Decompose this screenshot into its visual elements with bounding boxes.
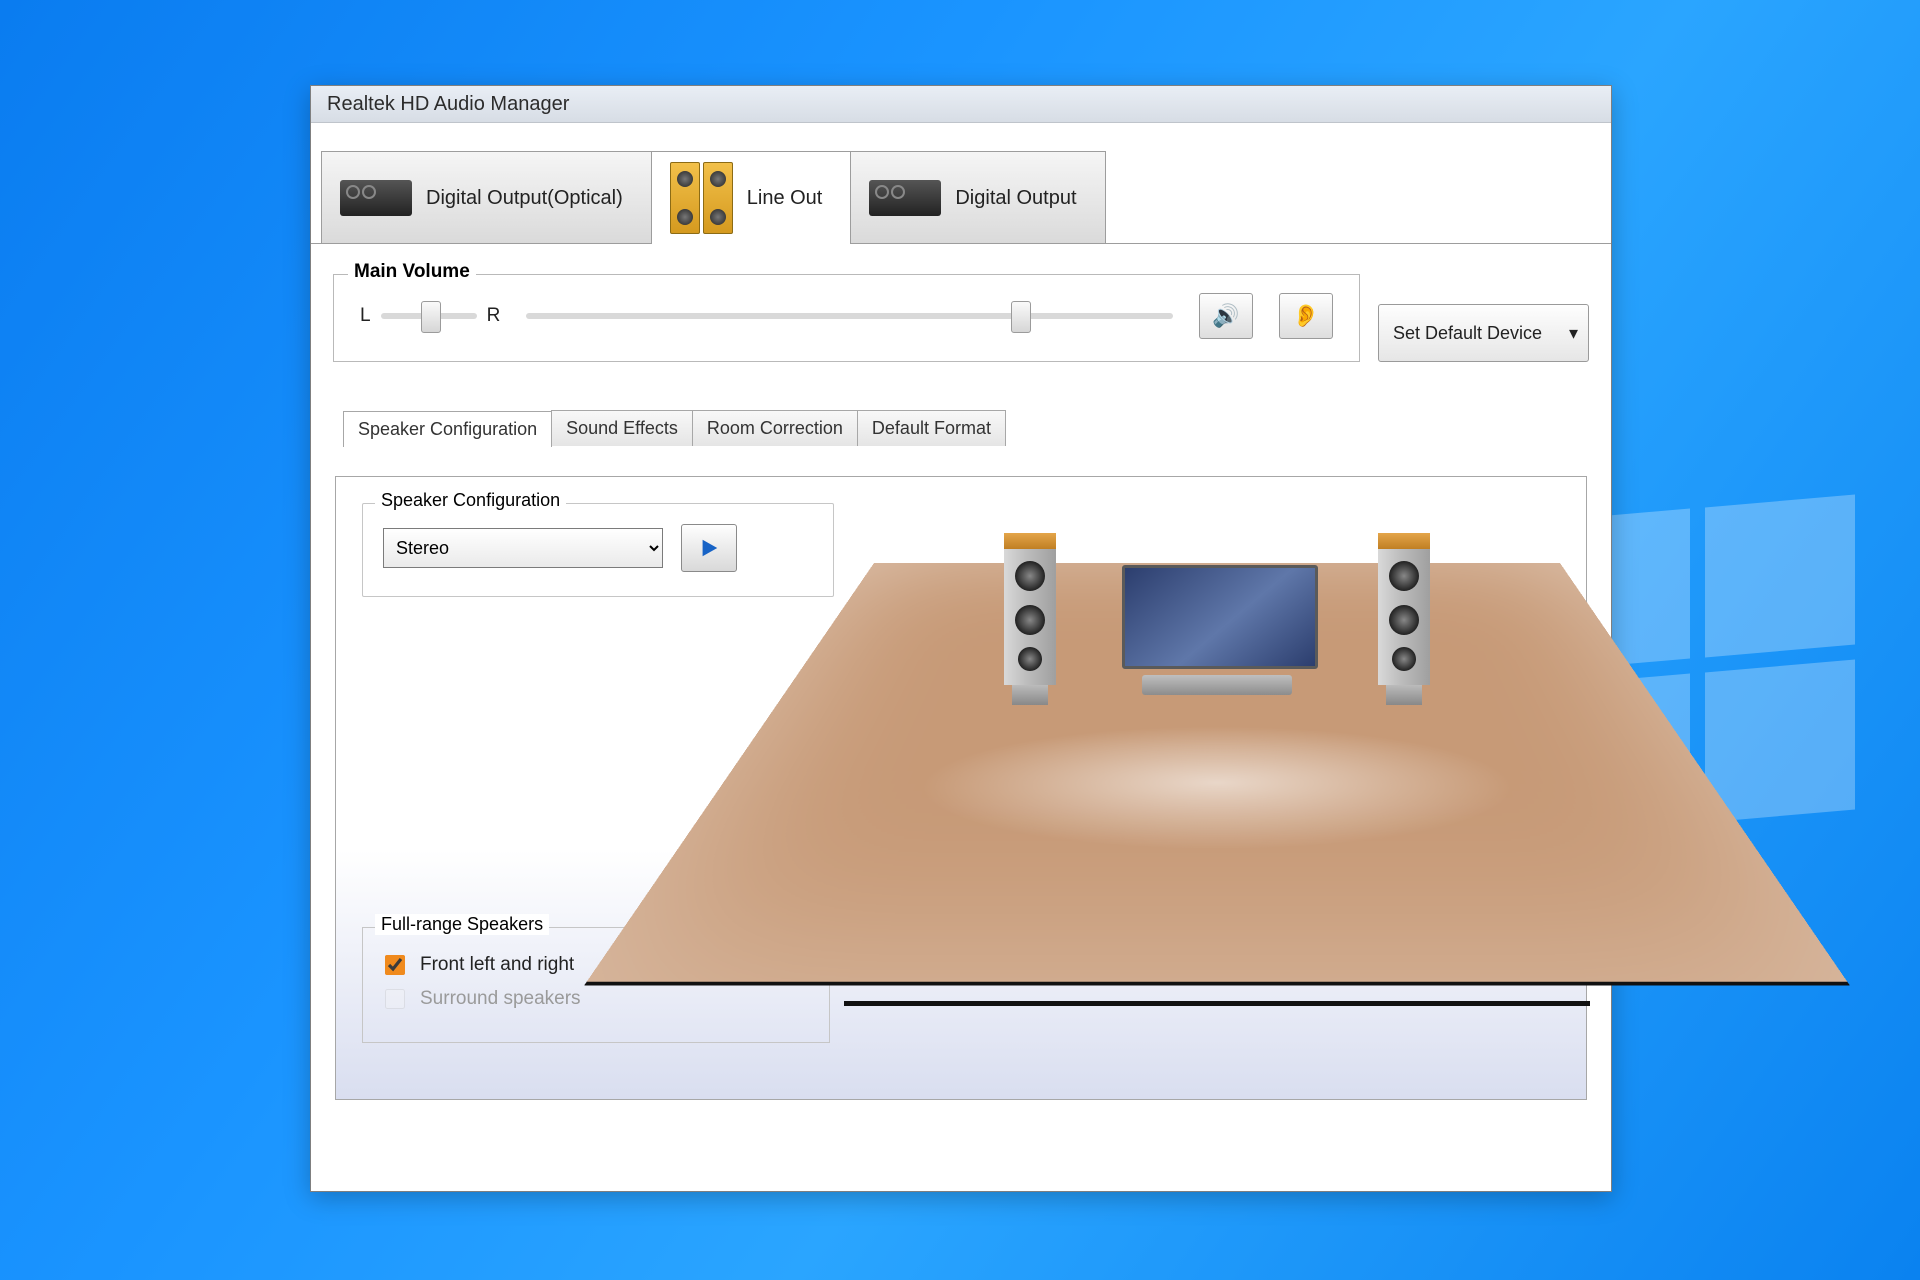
default-device-label: Set Default Device	[1393, 323, 1542, 344]
device-tab-label: Digital Output	[955, 187, 1076, 210]
tab-digital-output-optical[interactable]: Digital Output(Optical)	[321, 151, 652, 244]
tv-graphic	[1122, 565, 1312, 693]
device-tab-strip: Digital Output(Optical) Line Out Digital…	[321, 151, 1611, 244]
balance-thumb[interactable]	[421, 301, 441, 333]
speaker-configuration-select[interactable]: Stereo	[383, 528, 663, 568]
balance-left-label: L	[360, 305, 371, 327]
tab-line-out[interactable]: Line Out	[651, 151, 852, 244]
balance-right-label: R	[487, 305, 501, 327]
chevron-down-icon: ▾	[1569, 323, 1578, 344]
settings-panel: Speaker Configuration Stereo Full-range …	[335, 476, 1587, 1100]
balance-slider[interactable]	[381, 313, 477, 319]
full-range-label: Full-range Speakers	[375, 914, 549, 935]
main-volume-group: Main Volume L R 🔊 👂	[333, 274, 1360, 362]
front-lr-label: Front left and right	[420, 954, 574, 976]
tab-sound-effects[interactable]: Sound Effects	[551, 410, 693, 446]
set-default-device-dropdown[interactable]: Set Default Device ▾	[1378, 304, 1589, 362]
ear-icon: 👂	[1292, 303, 1319, 329]
tab-room-correction[interactable]: Room Correction	[692, 410, 858, 446]
tab-label: Speaker Configuration	[358, 419, 537, 439]
speaker-configuration-label: Speaker Configuration	[375, 490, 566, 511]
audio-manager-window: Realtek HD Audio Manager Digital Output(…	[310, 85, 1612, 1192]
tab-label: Default Format	[872, 418, 991, 438]
surround-checkbox	[385, 989, 405, 1009]
volume-thumb[interactable]	[1011, 301, 1031, 333]
play-icon	[698, 537, 720, 559]
device-tab-label: Digital Output(Optical)	[426, 187, 623, 210]
window-title: Realtek HD Audio Manager	[311, 86, 1611, 123]
desktop-background: Realtek HD Audio Manager Digital Output(…	[0, 0, 1920, 1280]
left-speaker-graphic	[1004, 533, 1056, 705]
tab-label: Room Correction	[707, 418, 843, 438]
main-volume-row: Main Volume L R 🔊 👂	[333, 274, 1589, 362]
tab-digital-output[interactable]: Digital Output	[850, 151, 1105, 244]
floor-baseline	[844, 1001, 1590, 1006]
volume-slider[interactable]	[526, 313, 1173, 319]
tab-speaker-configuration[interactable]: Speaker Configuration	[343, 411, 552, 447]
settings-tab-strip: Speaker Configuration Sound Effects Room…	[343, 410, 1611, 446]
balance-control: L R	[360, 305, 500, 327]
right-speaker-graphic	[1378, 533, 1430, 705]
amplifier-icon	[340, 180, 412, 216]
test-speakers-button[interactable]	[681, 524, 737, 572]
tab-label: Sound Effects	[566, 418, 678, 438]
amplifier-icon	[869, 180, 941, 216]
surround-label: Surround speakers	[420, 988, 581, 1010]
front-lr-checkbox[interactable]	[385, 955, 405, 975]
surround-checkbox-row: Surround speakers	[381, 986, 811, 1012]
speakers-icon	[670, 162, 733, 234]
main-volume-label: Main Volume	[348, 261, 476, 283]
tab-default-format[interactable]: Default Format	[857, 410, 1006, 446]
speaker-room-visual	[874, 503, 1560, 1063]
mute-button[interactable]: 🔊	[1199, 293, 1253, 339]
audio-preferences-button[interactable]: 👂	[1279, 293, 1333, 339]
speaker-icon: 🔊	[1212, 303, 1239, 329]
device-tab-label: Line Out	[747, 187, 823, 210]
speaker-configuration-group: Speaker Configuration Stereo	[362, 503, 834, 597]
